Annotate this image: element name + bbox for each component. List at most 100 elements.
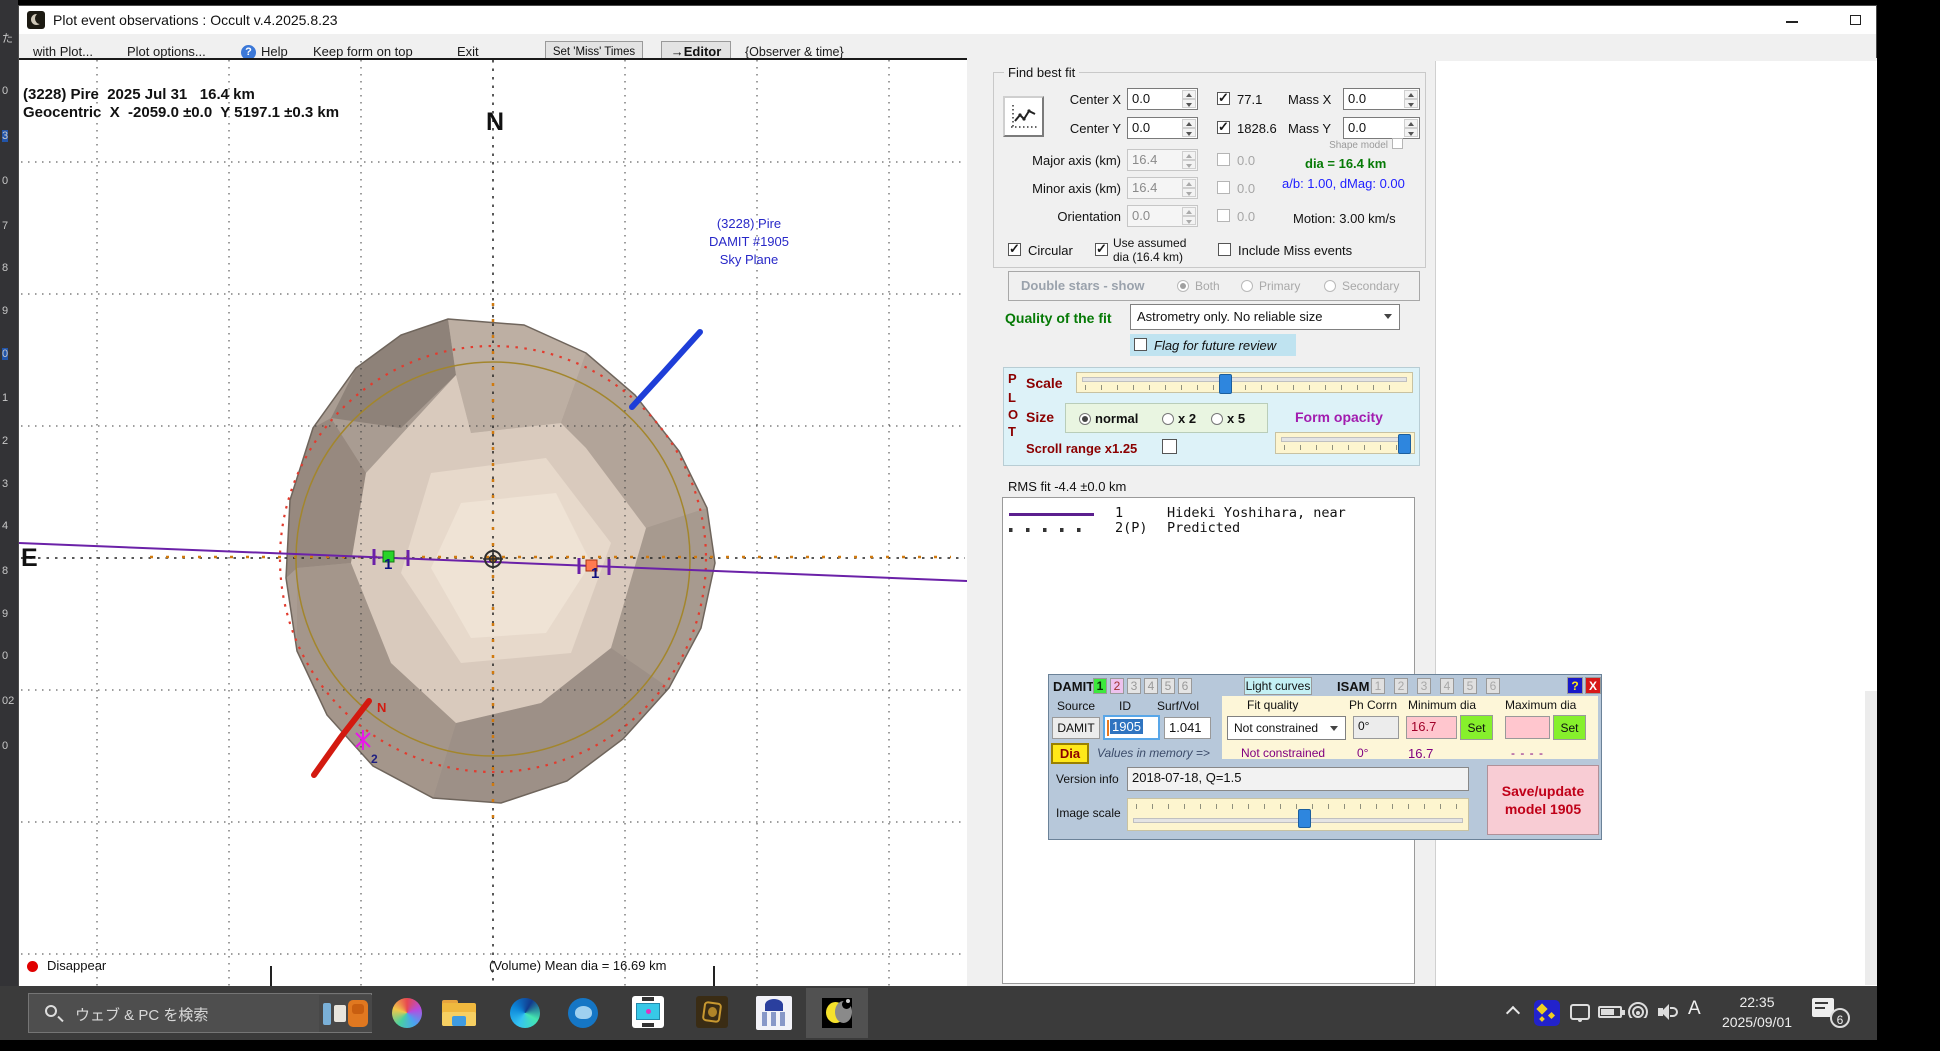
- observatory-app-icon[interactable]: [756, 996, 792, 1030]
- center-x-label: Center X: [993, 92, 1121, 107]
- maximize-button[interactable]: [1841, 9, 1871, 31]
- size-x5-radio[interactable]: [1211, 413, 1223, 425]
- background-window-strip: た 0 3 0 7 8 9 0 1 2 3 4 8 9 0 02 0: [0, 0, 18, 986]
- min-dia-set-button[interactable]: Set: [1460, 715, 1493, 740]
- tray-chevron-up-icon[interactable]: [1506, 1006, 1520, 1020]
- isam-tab-4[interactable]: 4: [1440, 678, 1454, 694]
- orientation-checkbox[interactable]: [1217, 209, 1230, 222]
- damit-close-button[interactable]: X: [1585, 677, 1601, 694]
- chevron-down-icon: [1330, 726, 1338, 731]
- minor-axis-checkbox[interactable]: [1217, 181, 1230, 194]
- damit-tab-2[interactable]: 2: [1110, 678, 1124, 694]
- damit-tab-4[interactable]: 4: [1144, 678, 1158, 694]
- mass-y-input[interactable]: 0.0: [1343, 117, 1420, 139]
- center-x-checkbox[interactable]: [1217, 92, 1230, 105]
- circular-checkbox[interactable]: [1008, 243, 1021, 256]
- double-stars-both-radio[interactable]: [1177, 280, 1189, 292]
- damit-tab-5[interactable]: 5: [1161, 678, 1175, 694]
- gold-app-icon[interactable]: [696, 996, 728, 1028]
- damit-title: DAMIT: [1053, 679, 1094, 694]
- tray-speaker-icon[interactable]: [1658, 1004, 1676, 1020]
- plot-vertical-p: P: [1008, 371, 1017, 386]
- bottom-tick: [270, 966, 272, 987]
- damit-help-button[interactable]: ?: [1567, 677, 1583, 694]
- save-update-button[interactable]: Save/updatemodel 1905: [1487, 765, 1599, 835]
- isam-tab-3[interactable]: 3: [1417, 678, 1431, 694]
- sky-plane-plot[interactable]: (3228) Pire 2025 Jul 31 16.4 km Geocentr…: [19, 58, 967, 987]
- scroll-range-checkbox[interactable]: [1162, 439, 1177, 454]
- mass-x-spinner[interactable]: [1404, 90, 1418, 108]
- major-axis-checkbox[interactable]: [1217, 153, 1230, 166]
- use-assumed-dia-checkbox[interactable]: [1095, 243, 1108, 256]
- damit-tab-3[interactable]: 3: [1127, 678, 1141, 694]
- tray-stars-app-icon[interactable]: [1534, 1000, 1560, 1026]
- quality-dropdown[interactable]: Astrometry only. No reliable size: [1130, 304, 1400, 330]
- background-text-fragment: 2: [2, 435, 8, 447]
- isam-title: ISAM: [1337, 679, 1370, 694]
- search-highlight-image[interactable]: [319, 995, 372, 1032]
- scale-label: Scale: [1026, 375, 1063, 391]
- file-explorer-icon[interactable]: [442, 1000, 476, 1026]
- version-info-box[interactable]: 2018-07-18, Q=1.5: [1127, 767, 1469, 791]
- background-text-fragment: 0: [2, 348, 8, 360]
- minimize-button[interactable]: [1777, 9, 1807, 31]
- mass-y-spinner[interactable]: [1404, 119, 1418, 137]
- isam-tab-6[interactable]: 6: [1486, 678, 1500, 694]
- memory-ph-corr: 0°: [1357, 746, 1368, 760]
- center-x-input[interactable]: 0.0: [1127, 88, 1198, 110]
- min-dia-header: Minimum dia: [1408, 698, 1476, 712]
- damit-tab-1[interactable]: 1: [1093, 678, 1107, 694]
- center-y-input[interactable]: 0.0: [1127, 117, 1198, 139]
- tray-cast-icon[interactable]: [1570, 1004, 1590, 1020]
- image-scale-slider-thumb[interactable]: [1298, 809, 1311, 828]
- center-y-checkbox[interactable]: [1217, 121, 1230, 134]
- flag-review-checkbox[interactable]: [1134, 338, 1147, 351]
- iota-app-icon[interactable]: [632, 996, 664, 1028]
- isam-tab-2[interactable]: 2: [1394, 678, 1408, 694]
- double-stars-primary-radio[interactable]: [1241, 280, 1253, 292]
- damit-tab-6[interactable]: 6: [1178, 678, 1192, 694]
- thunderbird-icon[interactable]: [568, 998, 598, 1028]
- min-dia-box[interactable]: 16.7: [1406, 716, 1457, 739]
- red-line-n-label: N: [377, 700, 386, 715]
- titlebar[interactable]: Plot event observations : Occult v.4.202…: [19, 6, 1876, 34]
- max-dia-box[interactable]: [1505, 716, 1550, 739]
- edge-icon[interactable]: [510, 998, 540, 1028]
- max-dia-set-button[interactable]: Set: [1553, 715, 1586, 740]
- tray-wifi-icon[interactable]: [1628, 1002, 1648, 1018]
- clock[interactable]: 22:35 2025/09/01: [1714, 992, 1800, 1034]
- size-x2-label: x 2: [1178, 411, 1196, 426]
- light-curves-button[interactable]: Light curves: [1244, 677, 1312, 695]
- volume-label: (Volume) Mean dia = 16.69 km: [489, 958, 666, 973]
- source-button[interactable]: DAMIT: [1052, 717, 1100, 739]
- double-stars-secondary-radio[interactable]: [1324, 280, 1336, 292]
- ime-indicator[interactable]: A: [1688, 998, 1701, 1020]
- fit-quality-dropdown[interactable]: Not constrained: [1227, 716, 1346, 740]
- search-placeholder: ウェブ & PC を検索: [75, 1004, 208, 1025]
- chord-number-left: 1: [384, 556, 392, 573]
- form-opacity-slider[interactable]: [1275, 432, 1415, 454]
- model-id-input[interactable]: 1905: [1103, 715, 1160, 740]
- shape-model-checkbox[interactable]: [1392, 138, 1403, 149]
- size-x2-radio[interactable]: [1162, 413, 1174, 425]
- center-y-spinner[interactable]: [1182, 119, 1196, 137]
- image-scale-slider[interactable]: [1127, 798, 1469, 831]
- include-miss-checkbox[interactable]: [1218, 243, 1231, 256]
- mass-x-input[interactable]: 0.0: [1343, 88, 1420, 110]
- background-text-fragment: 0: [2, 650, 8, 662]
- form-opacity-slider-thumb[interactable]: [1398, 434, 1411, 454]
- size-normal-radio[interactable]: [1079, 413, 1091, 425]
- scale-slider[interactable]: [1076, 372, 1413, 393]
- isam-tab-5[interactable]: 5: [1463, 678, 1477, 694]
- copilot-icon[interactable]: [392, 998, 422, 1028]
- search-box[interactable]: ウェブ & PC を検索: [28, 993, 372, 1033]
- image-scale-label: Image scale: [1056, 806, 1121, 820]
- scale-slider-thumb[interactable]: [1219, 374, 1232, 394]
- dia-button[interactable]: Dia: [1051, 743, 1089, 764]
- isam-tab-1[interactable]: 1: [1371, 678, 1385, 694]
- marker2-label: 2: [371, 752, 378, 766]
- double-stars-secondary-label: Secondary: [1342, 279, 1399, 293]
- center-x-spinner[interactable]: [1182, 90, 1196, 108]
- active-app-slot[interactable]: [806, 988, 868, 1038]
- tray-battery-icon[interactable]: [1598, 1006, 1622, 1018]
